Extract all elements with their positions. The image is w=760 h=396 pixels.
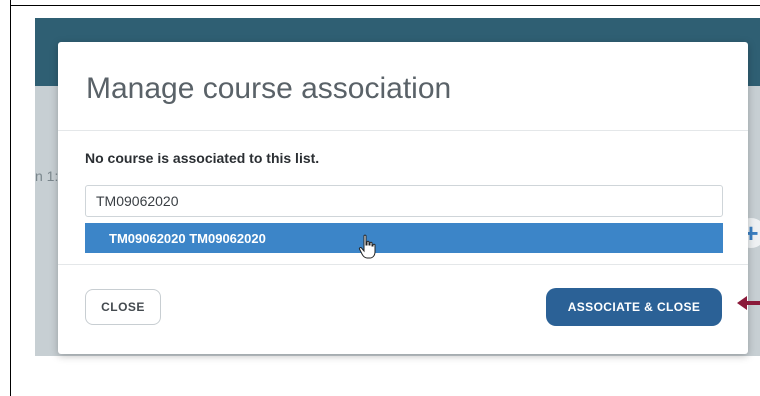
title-divider (58, 130, 748, 131)
hand-pointer-icon (358, 234, 376, 259)
frame-line-top (10, 5, 760, 6)
close-button[interactable]: CLOSE (85, 289, 161, 325)
course-search-field[interactable] (85, 185, 723, 217)
footer-divider (58, 264, 748, 265)
manage-course-dialog: Manage course association No course is a… (58, 42, 748, 354)
background-partial-text: n 1: (35, 168, 59, 184)
associate-and-close-button[interactable]: ASSOCIATE & CLOSE (546, 288, 722, 326)
association-status: No course is associated to this list. (85, 150, 320, 166)
course-search-input[interactable] (86, 186, 722, 216)
arrow-left-icon (737, 296, 760, 310)
dialog-title: Manage course association (86, 72, 452, 105)
course-suggestion-item[interactable]: TM09062020 TM09062020 (85, 223, 723, 253)
course-suggestion-label: TM09062020 TM09062020 (109, 230, 266, 246)
frame-line-left (10, 0, 11, 396)
